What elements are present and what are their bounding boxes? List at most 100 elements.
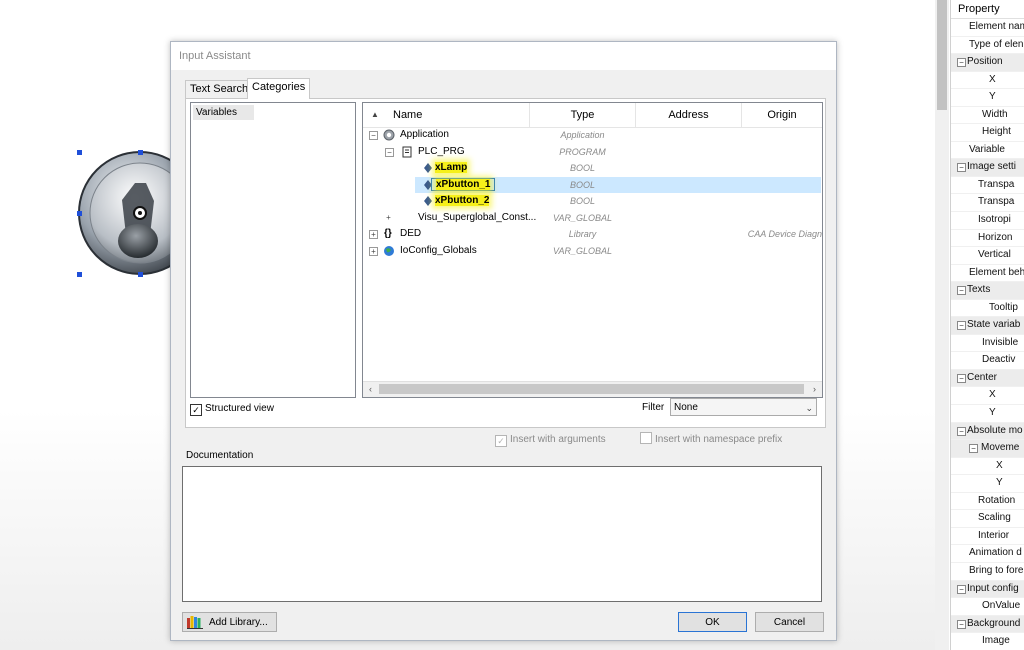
selection-handle[interactable] [138,150,143,155]
tab-text-search[interactable]: Text Search [185,80,254,98]
property-row[interactable]: Bring to fore [951,563,1024,581]
property-row[interactable]: Horizon [951,230,1024,248]
property-row[interactable]: Deactiv [951,352,1024,370]
property-row[interactable]: Transpa [951,177,1024,195]
expand-icon[interactable]: + [385,213,392,221]
variable-tree[interactable]: ▲ Name Type Address Origin − Application… [362,102,823,398]
category-item-variables[interactable]: Variables [193,105,254,120]
column-header-type[interactable]: Type [530,103,636,127]
property-row[interactable]: Interior [951,528,1024,546]
collapse-icon[interactable]: − [957,286,966,296]
scroll-right-icon[interactable]: › [807,382,822,397]
tab-categories[interactable]: Categories [247,78,311,99]
property-label: Type of elen [969,38,1024,50]
property-row[interactable]: Animation d [951,545,1024,563]
property-row[interactable]: Variable [951,142,1024,160]
collapse-icon[interactable]: − [957,373,966,383]
property-row[interactable]: Rotation [951,493,1024,511]
collapse-icon[interactable]: − [385,147,394,157]
selection-handle[interactable] [77,211,82,216]
property-row[interactable]: Invisible [951,335,1024,353]
tree-row-application[interactable]: − Application Application [363,127,822,144]
property-row[interactable]: X [951,72,1024,90]
tree-horizontal-scrollbar[interactable]: ‹ › [363,381,822,397]
property-row[interactable]: Tooltip [951,300,1024,318]
column-header-name[interactable]: ▲ Name [363,103,530,127]
property-label: Animation d [969,547,1022,559]
property-row[interactable]: − Input config [951,580,1024,599]
selection-handle[interactable] [138,272,143,277]
property-row[interactable]: − Absolute mo [951,422,1024,441]
column-header-origin[interactable]: Origin [742,103,822,127]
tree-row-ded[interactable]: + {} DED Library CAA Device Diagn [363,226,822,243]
property-row[interactable]: Vertical [951,247,1024,265]
program-icon [402,146,412,157]
ok-button[interactable]: OK [678,612,747,632]
column-header-address[interactable]: Address [636,103,742,127]
scrollbar-thumb[interactable] [379,384,804,394]
tree-row-ioconfig-globals[interactable]: + IoConfig_Globals VAR_GLOBAL [363,243,822,260]
property-row[interactable]: Element nam [951,19,1024,37]
property-row[interactable]: X [951,387,1024,406]
collapse-icon[interactable]: − [957,619,966,629]
tree-row-xlamp[interactable]: xLamp BOOL [363,160,822,177]
property-row[interactable]: OnValue [951,598,1024,616]
chevron-down-icon: ⌄ [805,403,813,413]
add-library-button[interactable]: Add Library... [182,612,277,632]
property-row[interactable]: − Position [951,54,1024,72]
property-row[interactable]: Transpa [951,194,1024,213]
property-label: Horizon [978,231,1013,243]
cancel-button[interactable]: Cancel [755,612,824,632]
property-row[interactable]: Width [951,107,1024,125]
property-row[interactable]: − Background [951,615,1024,634]
structured-view-checkbox[interactable]: ✓ Structured view [190,401,274,417]
property-row[interactable]: Y [951,89,1024,107]
insert-with-arguments-checkbox[interactable]: ✓ Insert with arguments [495,432,606,448]
editor-vertical-scrollbar[interactable] [935,0,949,650]
property-row[interactable]: − Texts [951,282,1024,300]
collapse-icon[interactable]: − [969,444,978,454]
property-row[interactable]: Element beh [951,265,1024,283]
property-row[interactable]: − State variab [951,317,1024,335]
property-label: Scaling [978,512,1011,524]
property-row[interactable]: − Center [951,369,1024,388]
property-row[interactable]: Image [951,633,1024,650]
selection-handle[interactable] [77,150,82,155]
property-row[interactable]: Type of elen [951,37,1024,55]
tree-row-xpbutton-1[interactable]: xPbutton_1 BOOL [363,176,822,194]
library-braces-icon: {} [384,228,392,239]
collapse-icon[interactable]: − [957,163,966,173]
property-grid[interactable]: Property Element nam Type of elen − Positio… [950,0,1024,650]
collapse-icon[interactable]: − [957,58,966,68]
collapse-icon[interactable]: − [369,131,378,140]
property-row[interactable]: Isotropi [951,212,1024,230]
property-label: Absolute mo [967,424,1023,436]
scroll-left-icon[interactable]: ‹ [363,382,378,397]
expand-icon[interactable]: + [369,246,378,256]
tree-row-plc-prg[interactable]: − PLC_PRG PROGRAM [363,144,822,161]
category-list[interactable]: Variables [190,102,356,398]
tree-row-visu-superglobal[interactable]: + Visu_Superglobal_Const... VAR_GLOBAL [363,210,822,227]
selection-handle[interactable] [77,272,82,277]
property-row[interactable]: Y [951,475,1024,493]
property-label: Rotation [978,494,1016,506]
expand-icon[interactable]: + [369,230,378,239]
checkbox-checked-icon[interactable]: ✓ [190,404,202,416]
documentation-box [182,466,822,602]
scrollbar-thumb[interactable] [937,0,947,110]
insert-with-namespace-checkbox[interactable]: Insert with namespace prefix [640,432,782,448]
property-row[interactable]: − Image setti [951,159,1024,177]
collapse-icon[interactable]: − [957,584,966,594]
property-label: Image setti [967,161,1016,173]
tree-row-xpbutton-2[interactable]: xPbutton_2 BOOL [363,193,822,210]
property-row[interactable]: X [951,458,1024,476]
selected-name-box[interactable]: xPbutton_1 [431,177,496,191]
property-row[interactable]: − Moveme [951,440,1024,458]
property-row[interactable]: Y [951,405,1024,423]
property-label: Element beh [969,266,1024,278]
filter-dropdown[interactable]: None ⌄ [670,398,817,416]
collapse-icon[interactable]: − [957,426,966,436]
property-row[interactable]: Height [951,124,1024,142]
collapse-icon[interactable]: − [957,321,966,331]
property-row[interactable]: Scaling [951,510,1024,528]
